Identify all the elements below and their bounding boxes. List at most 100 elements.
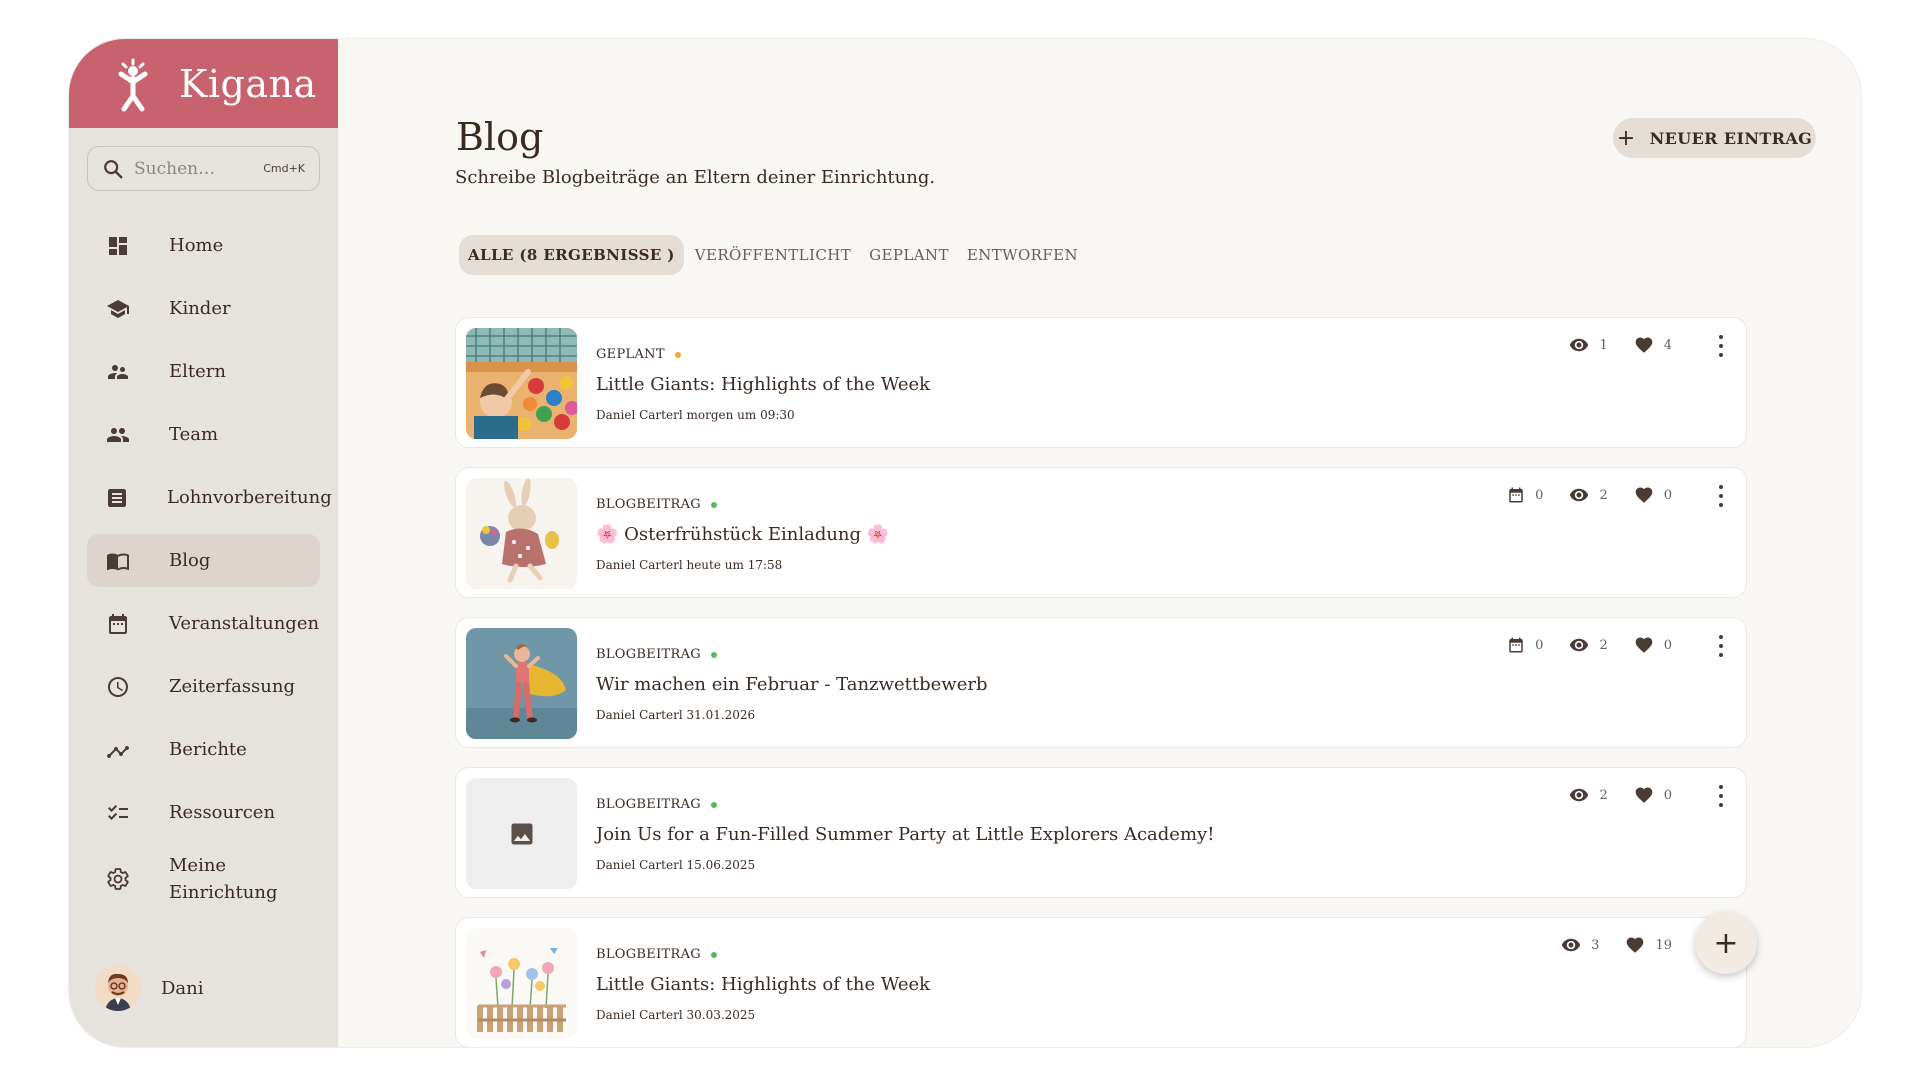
eye-icon: [1562, 938, 1581, 952]
sidebar-item-ressourcen[interactable]: Ressourcen: [87, 786, 320, 839]
sidebar-item-lohnvorbereitung[interactable]: Lohnvorbereitung: [87, 471, 332, 524]
views-stat: 3: [1561, 935, 1599, 955]
search-input[interactable]: [134, 158, 234, 179]
views-count: 1: [1599, 337, 1608, 353]
list-item[interactable]: BLOGBEITRAG Wir machen ein Februar - Tan…: [455, 617, 1747, 748]
tab-scheduled[interactable]: GEPLANT: [860, 235, 958, 275]
events-stat: 0: [1507, 486, 1543, 504]
sidebar-item-blog[interactable]: Blog: [87, 534, 320, 587]
post-stats: 0 2 0: [1481, 635, 1672, 655]
likes-count: 4: [1663, 337, 1672, 353]
list-item[interactable]: BLOGBEITRAG Join Us for a Fun-Filled Sum…: [455, 767, 1747, 898]
more-options-icon[interactable]: [1716, 785, 1726, 807]
post-stats: 1 4: [1543, 335, 1672, 355]
sidebar-item-veranstaltungen[interactable]: Veranstaltungen: [87, 597, 320, 650]
heart-icon: [1635, 787, 1653, 803]
sidebar-item-zeiterfassung[interactable]: Zeiterfassung: [87, 660, 320, 713]
status-dot: [674, 351, 681, 358]
eye-icon: [1570, 638, 1589, 652]
tab-drafts[interactable]: ENTWORFEN: [958, 235, 1087, 275]
likes-stat: 4: [1634, 335, 1672, 355]
add-post-fab[interactable]: +: [1695, 912, 1757, 974]
tab-published[interactable]: VERÖFFENTLICHT: [686, 235, 860, 275]
list-item[interactable]: BLOGBEITRAG 🌸 Osterfrühstück Einladung 🌸…: [455, 467, 1747, 598]
label-line-1: Meine: [169, 855, 227, 876]
calendar-icon: [1509, 637, 1523, 653]
sidebar-item-label: Blog: [169, 550, 211, 571]
list-item[interactable]: BLOGBEITRAG Little Giants: Highlights of…: [455, 917, 1747, 1047]
post-status-label: BLOGBEITRAG: [596, 647, 701, 662]
sidebar-item-home[interactable]: Home: [87, 219, 320, 272]
more-options-icon[interactable]: [1716, 335, 1726, 357]
sidebar-item-label: Eltern: [169, 361, 226, 382]
list-item[interactable]: GEPLANT Little Giants: Highlights of the…: [455, 317, 1747, 448]
post-meta: Daniel Carterl 15.06.2025: [596, 858, 756, 872]
post-title[interactable]: 🌸 Osterfrühstück Einladung 🌸: [596, 524, 889, 545]
events-count: 0: [1535, 637, 1544, 653]
book-icon: [105, 548, 131, 574]
eye-icon: [1570, 788, 1589, 802]
post-title[interactable]: Little Giants: Highlights of the Week: [596, 974, 930, 995]
likes-stat: 0: [1634, 485, 1672, 505]
post-title[interactable]: Join Us for a Fun-Filled Summer Party at…: [596, 824, 1214, 845]
sidebar-item-kinder[interactable]: Kinder: [87, 282, 320, 335]
sidebar-item-label: Kinder: [169, 298, 231, 319]
sidebar-item-meine-einrichtung[interactable]: Meine Einrichtung: [87, 849, 320, 909]
post-thumbnail: [466, 778, 577, 889]
dashboard-icon: [105, 233, 131, 259]
post-meta: Daniel Carterl 30.03.2025: [596, 1008, 756, 1022]
sidebar-item-berichte[interactable]: Berichte: [87, 723, 320, 776]
post-status-label: BLOGBEITRAG: [596, 947, 701, 962]
heart-icon: [1635, 487, 1653, 503]
eye-icon: [1570, 488, 1589, 502]
kigana-logo-icon: [118, 58, 148, 111]
more-options-icon[interactable]: [1716, 485, 1726, 507]
events-stat: 0: [1507, 636, 1543, 654]
likes-count: 0: [1663, 787, 1672, 803]
likes-stat: 19: [1625, 935, 1672, 955]
calendar-icon: [105, 611, 131, 637]
more-options-icon[interactable]: [1716, 635, 1726, 657]
likes-count: 19: [1655, 937, 1672, 953]
sidebar-item-team[interactable]: Team: [87, 408, 320, 461]
user-profile[interactable]: Dani: [95, 965, 204, 1011]
status-dot: [710, 801, 717, 808]
likes-stat: 0: [1634, 785, 1672, 805]
status-dot: [710, 951, 717, 958]
document-icon: [105, 485, 129, 511]
post-stats: 0 2 0: [1481, 485, 1672, 505]
sidebar-item-label: Home: [169, 235, 224, 256]
post-status: BLOGBEITRAG: [596, 947, 717, 962]
views-stat: 2: [1569, 785, 1608, 805]
gear-icon: [105, 866, 131, 892]
post-status-label: BLOGBEITRAG: [596, 797, 701, 812]
school-icon: [105, 296, 131, 322]
new-entry-button[interactable]: + NEUER EINTRAG: [1613, 118, 1816, 158]
post-status: BLOGBEITRAG: [596, 647, 717, 662]
views-stat: 1: [1569, 335, 1608, 355]
main-content: Blog Schreibe Blogbeiträge an Eltern dei…: [338, 39, 1861, 1047]
app-window: Kigana Cmd+K Home Kinder Eltern: [69, 39, 1861, 1047]
search-box[interactable]: Cmd+K: [87, 146, 320, 191]
avatar: [95, 965, 141, 1011]
sidebar-item-label: Lohnvorbereitung: [167, 487, 332, 508]
sidebar-nav: Home Kinder Eltern Team Lohnvorbereitung…: [87, 219, 332, 919]
filter-tabs: ALLE (8 ERGEBNISSE ) VERÖFFENTLICHT GEPL…: [459, 235, 1087, 275]
post-title[interactable]: Wir machen ein Februar - Tanzwettbewerb: [596, 674, 987, 695]
tab-all[interactable]: ALLE (8 ERGEBNISSE ): [459, 235, 684, 275]
search-shortcut: Cmd+K: [263, 162, 305, 175]
page-subtitle: Schreibe Blogbeiträge an Eltern deiner E…: [455, 167, 936, 188]
sidebar-item-eltern[interactable]: Eltern: [87, 345, 320, 398]
post-title[interactable]: Little Giants: Highlights of the Week: [596, 374, 930, 395]
sidebar-item-label: Zeiterfassung: [169, 676, 295, 697]
heart-icon: [1635, 637, 1653, 653]
brand-header[interactable]: Kigana: [69, 39, 338, 128]
sidebar-item-label: Team: [169, 424, 219, 445]
post-meta: Daniel Carterl 31.01.2026: [596, 708, 756, 722]
likes-count: 0: [1663, 487, 1672, 503]
post-status-label: BLOGBEITRAG: [596, 497, 701, 512]
sidebar-item-label: Veranstaltungen: [169, 613, 320, 634]
people-icon: [105, 359, 131, 385]
sidebar-item-label: Meine Einrichtung: [169, 852, 277, 906]
views-count: 2: [1599, 787, 1608, 803]
